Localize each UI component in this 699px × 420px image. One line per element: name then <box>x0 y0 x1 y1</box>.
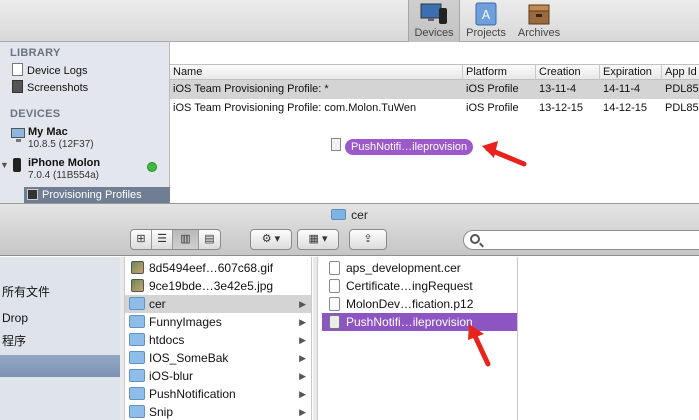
provisioning-profiles-table: Name Platform Creation Expiration App Id… <box>170 42 699 203</box>
list-view-button[interactable]: ☰ <box>152 230 173 249</box>
finder-toolbar: cer ⊞ ☰ ▥ ▤ ⚙ ▾ ▦ ▾ ⇪ <box>0 203 699 256</box>
image-icon <box>131 279 144 292</box>
organizer-toolbar: Devices A Projects Archives <box>0 0 699 42</box>
column-header-platform[interactable]: Platform <box>463 65 536 80</box>
sidebar-item-device-logs[interactable]: Device Logs <box>12 63 88 80</box>
table-header: Name Platform Creation Expiration App Id <box>170 64 699 80</box>
chevron-right-icon: ▶ <box>299 389 306 399</box>
gear-icon: ⚙ ▾ <box>261 233 281 245</box>
devices-tab[interactable]: Devices <box>408 0 460 42</box>
folder-icon <box>129 333 145 346</box>
list-item[interactable]: Snip ▶ <box>125 403 311 420</box>
profile-file-icon <box>331 138 341 151</box>
folder-icon <box>129 351 145 364</box>
chevron-right-icon: ▶ <box>299 407 306 417</box>
list-item[interactable]: htdocs ▶ <box>125 331 311 349</box>
table-row[interactable]: iOS Team Provisioning Profile: com.Molon… <box>170 99 699 118</box>
sidebar-item-applications[interactable]: 程序 <box>0 330 120 352</box>
list-item[interactable]: 9ce19bde…3e42e5.jpg <box>125 277 311 295</box>
action-menu-button[interactable]: ⚙ ▾ <box>250 229 292 250</box>
column-view-button[interactable]: ▥ <box>173 230 199 249</box>
provisioning-profile-icon <box>27 189 38 200</box>
document-icon <box>12 63 23 76</box>
column-header-creation[interactable]: Creation <box>536 65 600 80</box>
iphone-icon <box>13 158 21 172</box>
list-item[interactable]: cer ▶ <box>125 295 311 313</box>
folder-icon <box>129 405 145 418</box>
folder-icon <box>129 369 145 382</box>
list-item[interactable]: Certificate…ingRequest <box>322 277 517 295</box>
arrange-menu-button[interactable]: ▦ ▾ <box>297 229 339 250</box>
column-header-expiration[interactable]: Expiration <box>600 65 662 80</box>
finder-window: cer ⊞ ☰ ▥ ▤ ⚙ ▾ ▦ ▾ ⇪ 所有文件 Drop 程序 8d549… <box>0 203 699 420</box>
archives-tab[interactable]: Archives <box>513 0 565 42</box>
folder-icon <box>129 297 145 310</box>
library-header: LIBRARY <box>10 47 61 59</box>
dragged-profile-label[interactable]: PushNotifi…ileprovision <box>345 139 474 155</box>
organizer-sidebar: LIBRARY Device Logs Screenshots DEVICES … <box>0 42 170 203</box>
devices-icon <box>420 3 447 24</box>
document-icon <box>329 279 340 293</box>
search-icon <box>470 234 480 244</box>
finder-sidebar: 所有文件 Drop 程序 <box>0 257 120 420</box>
list-item[interactable]: 8d5494eef…607c68.gif <box>125 259 311 277</box>
sidebar-item-iphone[interactable]: ▼ iPhone Molon 7.0.4 (11B554a) <box>0 157 170 185</box>
organizer-window: Devices A Projects Archives LIBRARY Devi… <box>0 0 699 203</box>
cover-flow-button[interactable]: ▤ <box>199 230 220 249</box>
folder-icon <box>129 315 145 328</box>
document-icon <box>329 261 340 275</box>
archives-icon <box>528 4 550 25</box>
chevron-right-icon: ▶ <box>299 299 306 309</box>
sidebar-item-dropbox[interactable]: Drop <box>0 307 120 329</box>
annotation-arrow-icon <box>482 141 527 167</box>
table-row[interactable]: iOS Team Provisioning Profile: * iOS Pro… <box>170 80 699 99</box>
sidebar-item-selected[interactable] <box>0 355 120 377</box>
document-icon <box>329 297 340 311</box>
finder-column-1: 8d5494eef…607c68.gif 9ce19bde…3e42e5.jpg… <box>125 257 312 420</box>
column-divider[interactable] <box>313 257 318 420</box>
devices-header: DEVICES <box>10 108 61 120</box>
list-item[interactable]: MolonDev…fication.p12 <box>322 295 517 313</box>
image-icon <box>131 261 144 274</box>
search-field[interactable] <box>463 230 699 250</box>
chevron-right-icon: ▶ <box>299 371 306 381</box>
share-button[interactable]: ⇪ <box>349 229 387 250</box>
list-item[interactable]: FunnyImages ▶ <box>125 313 311 331</box>
column-header-name[interactable]: Name <box>170 65 463 80</box>
list-item[interactable]: PushNotification ▶ <box>125 385 311 403</box>
finder-column-3 <box>518 257 699 420</box>
projects-tab[interactable]: A Projects <box>460 0 512 42</box>
disclosure-triangle-icon[interactable]: ▼ <box>0 160 9 170</box>
chevron-right-icon: ▶ <box>299 353 306 363</box>
sidebar-item-my-mac[interactable]: My Mac 10.8.5 (12F37) <box>0 126 170 152</box>
list-item[interactable]: iOS-blur ▶ <box>125 367 311 385</box>
connected-status-icon <box>147 162 157 172</box>
mac-icon <box>11 128 25 142</box>
sidebar-item-provisioning-profiles[interactable]: Provisioning Profiles <box>24 187 170 203</box>
icon-view-button[interactable]: ⊞ <box>131 230 152 249</box>
certificate-icon <box>329 315 340 329</box>
chevron-right-icon: ▶ <box>299 317 306 327</box>
list-item[interactable]: aps_development.cer <box>322 259 517 277</box>
sidebar-item-screenshots[interactable]: Screenshots <box>12 80 88 97</box>
svg-text:A: A <box>482 8 491 22</box>
folder-icon <box>331 209 347 220</box>
screenshot-icon <box>12 80 23 93</box>
sidebar-item-all-files[interactable]: 所有文件 <box>0 281 120 303</box>
window-title: cer <box>0 208 699 222</box>
chevron-right-icon: ▶ <box>299 335 306 345</box>
folder-icon <box>129 387 145 400</box>
list-item[interactable]: IOS_SomeBak ▶ <box>125 349 311 367</box>
view-mode-control: ⊞ ☰ ▥ ▤ <box>130 229 221 250</box>
projects-icon: A <box>475 2 497 26</box>
annotation-arrow-icon <box>468 324 491 367</box>
column-header-app-id[interactable]: App Id <box>662 65 699 80</box>
arrange-icon: ▦ ▾ <box>308 233 328 245</box>
share-icon: ⇪ <box>363 233 373 245</box>
